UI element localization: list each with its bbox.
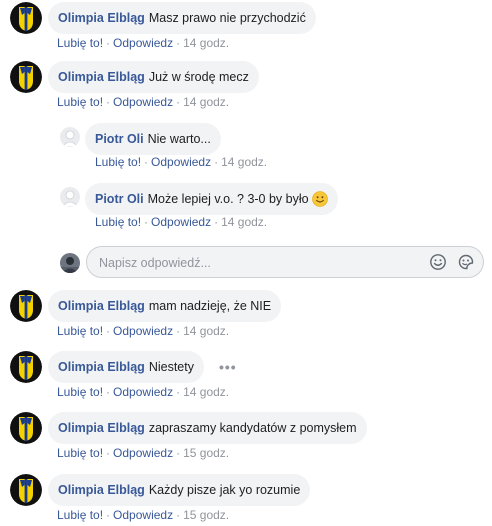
comment-author[interactable]: Olimpia Elbląg bbox=[58, 483, 145, 497]
reply-link[interactable]: Odpowiedz bbox=[151, 155, 211, 169]
comment-author[interactable]: Piotr Oli bbox=[95, 132, 144, 146]
comment-timestamp[interactable]: 15 godz. bbox=[183, 508, 229, 522]
comment-author[interactable]: Olimpia Elbląg bbox=[58, 11, 145, 25]
like-link[interactable]: Lubię to! bbox=[57, 95, 103, 109]
comment-text: Już w środę mecz bbox=[148, 70, 249, 84]
emoji-icon[interactable] bbox=[429, 253, 447, 271]
reply-input[interactable] bbox=[97, 247, 421, 279]
reply-box[interactable] bbox=[86, 246, 484, 279]
comment-actions: Lubię to! · Odpowiedz · 15 godz. bbox=[57, 446, 229, 460]
comment-text: Masz prawo nie przychodzić bbox=[148, 11, 306, 25]
separator: · bbox=[106, 36, 111, 50]
reply-link[interactable]: Odpowiedz bbox=[151, 215, 211, 229]
comment-timestamp[interactable]: 14 godz. bbox=[183, 36, 229, 50]
comment-bubble: Olimpia Elbląg mam nadzieję, że NIE bbox=[48, 290, 282, 322]
like-link[interactable]: Lubię to! bbox=[57, 324, 103, 338]
separator: · bbox=[176, 324, 181, 338]
separator: · bbox=[144, 215, 149, 229]
separator: · bbox=[176, 446, 181, 460]
comment-text: Niestety bbox=[148, 360, 194, 374]
sticker-icon[interactable] bbox=[457, 253, 475, 271]
comment-author[interactable]: Olimpia Elbląg bbox=[58, 70, 145, 84]
avatar[interactable] bbox=[10, 474, 42, 506]
avatar[interactable] bbox=[10, 2, 42, 34]
separator: · bbox=[106, 95, 111, 109]
like-link[interactable]: Lubię to! bbox=[57, 446, 103, 460]
comment-actions: Lubię to! · Odpowiedz · 14 godz. bbox=[95, 215, 267, 229]
comment-text: zapraszamy kandydatów z pomysłem bbox=[148, 421, 357, 435]
avatar[interactable] bbox=[10, 351, 42, 383]
comment-bubble: Olimpia Elbląg zapraszamy kandydatów z po… bbox=[48, 412, 367, 444]
current-user-avatar bbox=[60, 253, 80, 273]
reply-link[interactable]: Odpowiedz bbox=[113, 36, 173, 50]
separator: · bbox=[176, 36, 181, 50]
separator: · bbox=[176, 385, 181, 399]
comment-author[interactable]: Olimpia Elbląg bbox=[58, 360, 145, 374]
comment-actions: Lubię to! · Odpowiedz · 14 godz. bbox=[95, 155, 267, 169]
comment-text: Nie warto... bbox=[147, 132, 211, 146]
comment-actions: Lubię to! · Odpowiedz · 15 godz. bbox=[57, 508, 229, 522]
more-options-icon[interactable]: ••• bbox=[219, 359, 237, 375]
like-link[interactable]: Lubię to! bbox=[57, 508, 103, 522]
like-link[interactable]: Lubię to! bbox=[57, 36, 103, 50]
avatar[interactable] bbox=[60, 127, 80, 147]
comment-text: Może lepiej v.o. ? 3-0 by było bbox=[147, 192, 309, 206]
comment-timestamp[interactable]: 14 godz. bbox=[221, 215, 267, 229]
comment-bubble: Olimpia Elbląg Każdy pisze jak yo rozumie bbox=[48, 474, 311, 506]
comment-author[interactable]: Olimpia Elbląg bbox=[58, 299, 145, 313]
like-link[interactable]: Lubię to! bbox=[95, 155, 141, 169]
separator: · bbox=[214, 215, 219, 229]
comment-bubble: Piotr Oli Nie warto... bbox=[85, 123, 221, 155]
comment-actions: Lubię to! · Odpowiedz · 14 godz. bbox=[57, 324, 229, 338]
comment-bubble: Olimpia Elbląg Niestety bbox=[48, 351, 204, 383]
reply-link[interactable]: Odpowiedz bbox=[113, 324, 173, 338]
comment-timestamp[interactable]: 14 godz. bbox=[183, 324, 229, 338]
comment-timestamp[interactable]: 14 godz. bbox=[183, 385, 229, 399]
comment-timestamp[interactable]: 14 godz. bbox=[221, 155, 267, 169]
comment-actions: Lubię to! · Odpowiedz · 14 godz. bbox=[57, 36, 229, 50]
separator: · bbox=[106, 508, 111, 522]
comment-bubble: Olimpia Elbląg Już w środę mecz bbox=[48, 61, 259, 93]
like-link[interactable]: Lubię to! bbox=[95, 215, 141, 229]
separator: · bbox=[106, 385, 111, 399]
comment-text: Każdy pisze jak yo rozumie bbox=[148, 483, 301, 497]
comment-text: mam nadzieję, że NIE bbox=[148, 299, 272, 313]
reply-link[interactable]: Odpowiedz bbox=[113, 95, 173, 109]
comment-timestamp[interactable]: 15 godz. bbox=[183, 446, 229, 460]
avatar[interactable] bbox=[10, 61, 42, 93]
separator: · bbox=[144, 155, 149, 169]
comment-actions: Lubię to! · Odpowiedz · 14 godz. bbox=[57, 385, 229, 399]
reply-link[interactable]: Odpowiedz bbox=[113, 446, 173, 460]
comment-author[interactable]: Piotr Oli bbox=[95, 192, 144, 206]
comment-actions: Lubię to! · Odpowiedz · 14 godz. bbox=[57, 95, 229, 109]
comment-bubble: Piotr Oli Może lepiej v.o. ? 3-0 by było bbox=[85, 183, 338, 215]
comment-author[interactable]: Olimpia Elbląg bbox=[58, 421, 145, 435]
separator: · bbox=[106, 324, 111, 338]
reply-link[interactable]: Odpowiedz bbox=[113, 508, 173, 522]
like-link[interactable]: Lubię to! bbox=[57, 385, 103, 399]
comment-bubble: Olimpia Elbląg Masz prawo nie przychodzić bbox=[48, 2, 316, 34]
avatar[interactable] bbox=[60, 187, 80, 207]
smiley-emoji-icon bbox=[311, 187, 328, 219]
avatar[interactable] bbox=[10, 412, 42, 444]
comment-timestamp[interactable]: 14 godz. bbox=[183, 95, 229, 109]
separator: · bbox=[176, 508, 181, 522]
separator: · bbox=[106, 446, 111, 460]
reply-link[interactable]: Odpowiedz bbox=[113, 385, 173, 399]
separator: · bbox=[176, 95, 181, 109]
separator: · bbox=[214, 155, 219, 169]
avatar[interactable] bbox=[10, 290, 42, 322]
